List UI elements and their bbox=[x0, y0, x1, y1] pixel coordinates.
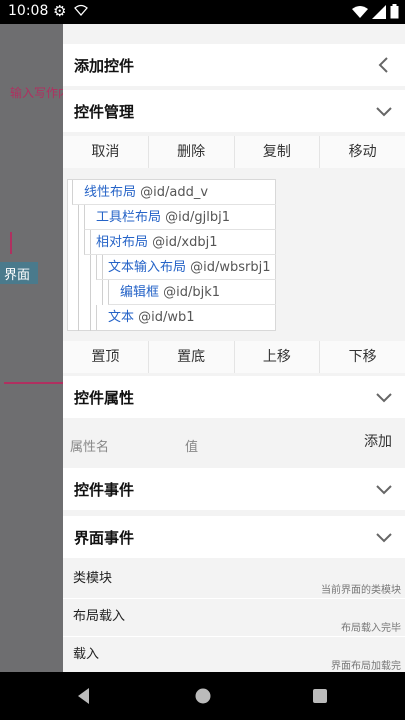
tree-item-id: @id/bjk1 bbox=[163, 285, 221, 300]
tree-item-id: @id/add_v bbox=[140, 185, 209, 200]
ui-event-item[interactable]: 布局载入 布局载入完毕 bbox=[63, 601, 405, 637]
ui-event-name: 载入 bbox=[73, 647, 100, 662]
chevron-down-icon bbox=[376, 485, 392, 495]
editor-drawer: 添加控件 控件管理 取消 删除 复制 移动 线性布局 @id/add_v 工具栏… bbox=[63, 24, 405, 672]
move-up-button[interactable]: 上移 bbox=[234, 341, 321, 373]
background-cursor bbox=[10, 232, 12, 254]
chevron-down-icon bbox=[376, 393, 392, 403]
tree-item[interactable]: 相对布局 @id/xdbj1 bbox=[84, 230, 276, 255]
control-events-title: 控件事件 bbox=[74, 480, 135, 499]
move-button[interactable]: 移动 bbox=[320, 136, 405, 168]
control-action-buttons: 取消 删除 复制 移动 bbox=[63, 136, 405, 168]
control-props-header[interactable]: 控件属性 bbox=[63, 376, 405, 418]
home-icon[interactable] bbox=[193, 686, 213, 706]
navigation-bar bbox=[0, 672, 405, 720]
status-time: 10:08 bbox=[8, 3, 49, 19]
property-input-row: 属性名 值 添加 bbox=[63, 422, 405, 462]
copy-button[interactable]: 复制 bbox=[234, 136, 321, 168]
ui-event-description: 界面布局加载完 bbox=[331, 661, 401, 672]
tree-item[interactable]: 文本 @id/wb1 bbox=[96, 305, 276, 330]
ui-event-item[interactable]: 类模块 当前界面的类模块 bbox=[63, 563, 405, 599]
chevron-left-icon bbox=[378, 57, 388, 73]
background-input-hint: 输入写作内 bbox=[10, 86, 71, 100]
settings-gear-icon: ⚙ bbox=[53, 2, 67, 20]
background-underline bbox=[4, 382, 64, 384]
ui-events-header[interactable]: 界面事件 bbox=[63, 516, 405, 558]
control-events-header[interactable]: 控件事件 bbox=[63, 468, 405, 510]
tree-item-id: @id/wbsrbj1 bbox=[190, 260, 271, 275]
tree-item-name: 线性布局 bbox=[84, 185, 137, 200]
status-right-icons bbox=[352, 4, 399, 19]
chevron-down-icon bbox=[376, 533, 392, 543]
tree-item[interactable]: 文本输入布局 @id/wbsrbj1 bbox=[96, 255, 276, 280]
control-mgmt-title: 控件管理 bbox=[74, 102, 135, 121]
tree-item-name: 工具栏布局 bbox=[96, 210, 162, 225]
back-icon[interactable] bbox=[74, 686, 94, 706]
ui-event-name: 布局载入 bbox=[73, 609, 126, 624]
add-control-header[interactable]: 添加控件 bbox=[63, 44, 405, 86]
ui-event-description: 布局载入完毕 bbox=[341, 623, 401, 634]
tree-item-id: @id/xdbj1 bbox=[152, 235, 218, 250]
ui-event-name: 类模块 bbox=[73, 571, 113, 586]
ui-events-title: 界面事件 bbox=[74, 528, 135, 547]
control-mgmt-header[interactable]: 控件管理 bbox=[63, 90, 405, 132]
move-down-button[interactable]: 下移 bbox=[320, 341, 405, 373]
ui-event-item[interactable]: 载入 界面布局加载完 bbox=[63, 639, 405, 672]
tree-item[interactable]: 线性布局 @id/add_v bbox=[72, 180, 276, 205]
tree-item-name: 编辑框 bbox=[120, 285, 160, 300]
tree-item-name: 文本输入布局 bbox=[108, 260, 187, 275]
move-top-button[interactable]: 置顶 bbox=[63, 341, 149, 373]
background-tag: 界面 bbox=[0, 262, 38, 284]
tree-item-id: @id/wb1 bbox=[138, 310, 195, 325]
control-tree: 线性布局 @id/add_v 工具栏布局 @id/gjlbj1 相对布局 @id… bbox=[67, 179, 276, 331]
tree-item-name: 相对布局 bbox=[96, 235, 149, 250]
control-order-buttons: 置顶 置底 上移 下移 bbox=[63, 341, 405, 373]
add-control-title: 添加控件 bbox=[74, 56, 135, 75]
tree-guide-line bbox=[78, 205, 79, 331]
battery-icon bbox=[390, 4, 399, 19]
wifi-icon bbox=[352, 5, 368, 18]
move-bottom-button[interactable]: 置底 bbox=[148, 341, 235, 373]
control-props-title: 控件属性 bbox=[74, 388, 135, 407]
tree-item[interactable]: 编辑框 @id/bjk1 bbox=[108, 280, 276, 305]
property-value-field[interactable]: 值 bbox=[185, 436, 198, 455]
signal-icon bbox=[372, 4, 386, 19]
wifi-question-icon bbox=[74, 4, 88, 16]
ui-event-description: 当前界面的类模块 bbox=[321, 585, 401, 596]
delete-button[interactable]: 删除 bbox=[148, 136, 235, 168]
cancel-button[interactable]: 取消 bbox=[63, 136, 149, 168]
tree-item-name: 文本 bbox=[108, 310, 135, 325]
tree-item[interactable]: 工具栏布局 @id/gjlbj1 bbox=[84, 205, 276, 230]
add-property-button[interactable]: 添加 bbox=[364, 431, 392, 451]
status-bar: 10:08 ⚙ bbox=[0, 0, 405, 24]
tree-item-id: @id/gjlbj1 bbox=[165, 210, 231, 225]
recents-icon[interactable] bbox=[310, 686, 330, 706]
chevron-down-icon bbox=[376, 107, 392, 117]
property-name-field[interactable]: 属性名 bbox=[70, 436, 109, 455]
